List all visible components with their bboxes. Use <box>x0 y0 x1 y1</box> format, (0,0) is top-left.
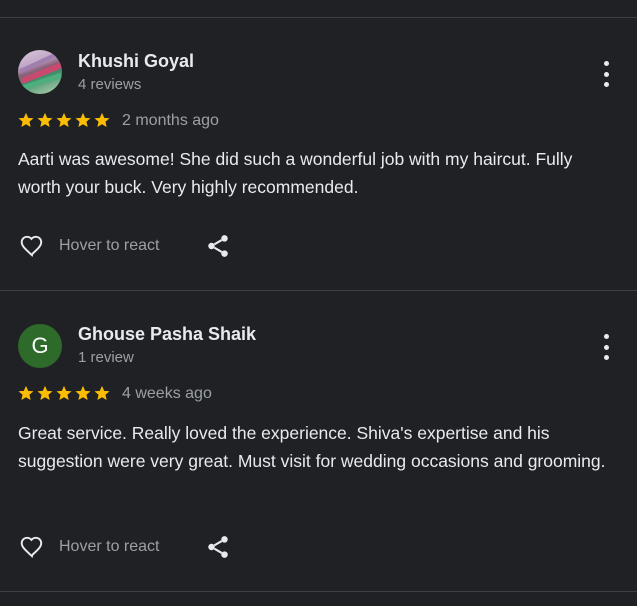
heart-outline-icon <box>20 235 43 258</box>
react-button[interactable]: Hover to react <box>18 233 159 259</box>
more-options-button[interactable] <box>596 334 616 360</box>
review-divider <box>0 290 637 291</box>
top-divider <box>0 17 637 18</box>
react-label: Hover to react <box>59 237 160 254</box>
react-button[interactable]: Hover to react <box>18 534 159 560</box>
share-icon[interactable] <box>205 534 231 560</box>
reviewer-avatar[interactable]: G <box>18 324 62 368</box>
review-date: 2 months ago <box>122 112 219 129</box>
star-icon <box>37 385 53 401</box>
reviewer-review-count: 4 reviews <box>78 76 142 93</box>
review-text: Aarti was awesome! She did such a wonder… <box>18 149 573 197</box>
reviewer-name[interactable]: Khushi Goyal <box>78 51 194 72</box>
reviewer-avatar[interactable] <box>18 50 62 94</box>
star-icon <box>18 112 34 128</box>
more-vert-icon <box>603 334 609 339</box>
more-options-button[interactable] <box>596 61 616 87</box>
star-icon <box>94 112 110 128</box>
star-icon <box>56 112 72 128</box>
review-date: 4 weeks ago <box>122 385 212 402</box>
star-icon <box>56 385 72 401</box>
reviewer-review-count: 1 review <box>78 349 134 366</box>
share-icon[interactable] <box>205 233 231 259</box>
react-label: Hover to react <box>59 538 160 555</box>
review-divider <box>0 591 637 592</box>
star-icon <box>37 112 53 128</box>
star-icon <box>18 385 34 401</box>
more-vert-icon <box>603 61 609 66</box>
star-icon <box>75 385 91 401</box>
heart-outline-icon <box>20 536 43 559</box>
star-rating <box>17 111 111 129</box>
reviewer-name[interactable]: Ghouse Pasha Shaik <box>78 324 256 345</box>
review-text: Great service. Really loved the experien… <box>18 423 606 471</box>
star-rating <box>17 384 111 402</box>
star-icon <box>75 112 91 128</box>
star-icon <box>94 385 110 401</box>
